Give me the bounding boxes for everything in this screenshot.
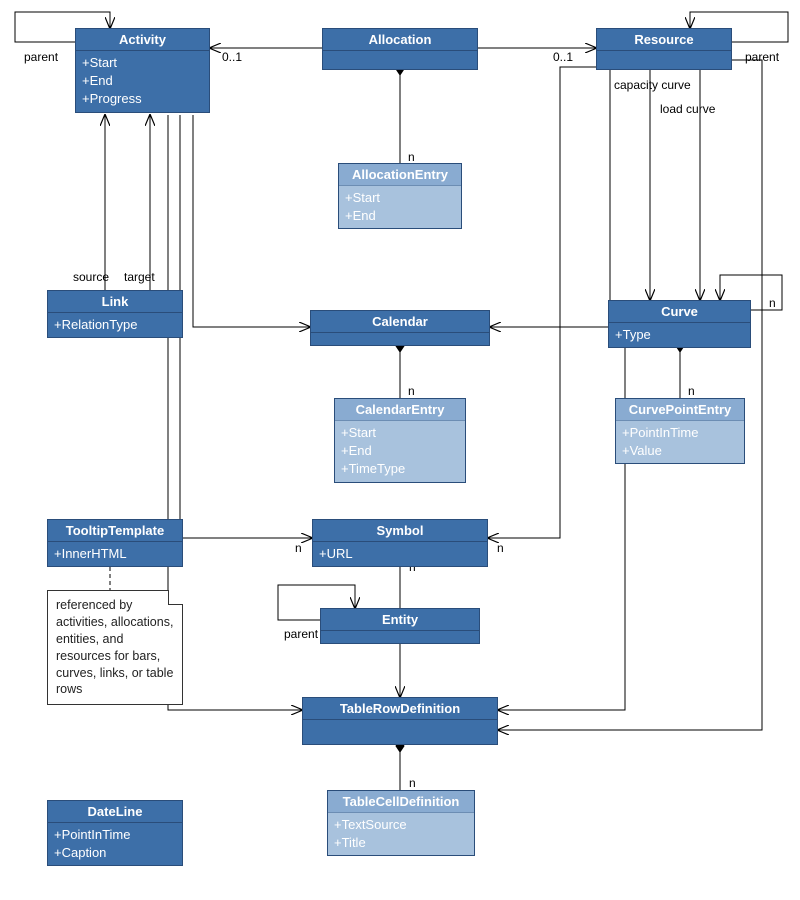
note-tooltip: referenced by activities, allocations, e… xyxy=(47,590,183,705)
class-activity: Activity +Start +End +Progress xyxy=(75,28,210,113)
label-source: source xyxy=(73,270,109,284)
class-link: Link +RelationType xyxy=(47,290,183,338)
class-calendar: Calendar xyxy=(310,310,490,346)
class-entity: Entity xyxy=(320,608,480,644)
class-curve: Curve +Type xyxy=(608,300,751,348)
label-parent-activity: parent xyxy=(24,50,58,64)
label-zeroone-left: 0..1 xyxy=(222,50,242,64)
attr: +Type xyxy=(615,326,744,344)
label-n-curvept: n xyxy=(688,384,695,398)
class-table-cell-def: TableCellDefinition +TextSource +Title xyxy=(327,790,475,856)
attr: +Caption xyxy=(54,844,176,862)
class-tooltip-template: TooltipTemplate +InnerHTML xyxy=(47,519,183,567)
class-curve-body: +Type xyxy=(609,323,750,347)
class-resource: Resource xyxy=(596,28,732,70)
label-n-tablecell: n xyxy=(409,776,416,790)
label-parent-resource: parent xyxy=(745,50,779,64)
class-curve-point-entry-body: +PointInTime +Value xyxy=(616,421,744,463)
attr: +Title xyxy=(334,834,468,852)
class-activity-body: +Start +End +Progress xyxy=(76,51,209,112)
class-calendar-title: Calendar xyxy=(311,311,489,333)
attr: +Value xyxy=(622,442,738,460)
class-allocation-entry: AllocationEntry +Start +End xyxy=(338,163,462,229)
label-n-calentry: n xyxy=(408,384,415,398)
class-calendar-entry-title: CalendarEntry xyxy=(335,399,465,421)
label-n-symbol-left: n xyxy=(295,541,302,555)
class-curve-point-entry: CurvePointEntry +PointInTime +Value xyxy=(615,398,745,464)
class-allocation-entry-title: AllocationEntry xyxy=(339,164,461,186)
class-table-row-def: TableRowDefinition xyxy=(302,697,498,745)
attr: +PointInTime xyxy=(54,826,176,844)
attr: +URL xyxy=(319,545,481,563)
attr: +Start xyxy=(345,189,455,207)
class-table-row-def-title: TableRowDefinition xyxy=(303,698,497,720)
attr: +Start xyxy=(82,54,203,72)
label-n-symbol-right: n xyxy=(497,541,504,555)
class-symbol: Symbol +URL xyxy=(312,519,488,567)
class-allocation-body xyxy=(323,51,477,69)
label-zeroone-right: 0..1 xyxy=(553,50,573,64)
class-dateline: DateLine +PointInTime +Caption xyxy=(47,800,183,866)
class-calendar-body xyxy=(311,333,489,345)
class-allocation-title: Allocation xyxy=(323,29,477,51)
attr: +RelationType xyxy=(54,316,176,334)
class-link-body: +RelationType xyxy=(48,313,182,337)
label-load-curve: load curve xyxy=(660,102,715,116)
class-entity-title: Entity xyxy=(321,609,479,631)
class-dateline-body: +PointInTime +Caption xyxy=(48,823,182,865)
attr: +Progress xyxy=(82,90,203,108)
class-table-cell-def-title: TableCellDefinition xyxy=(328,791,474,813)
class-calendar-entry-body: +Start +End +TimeType xyxy=(335,421,465,482)
label-parent-entity: parent xyxy=(284,627,318,641)
class-tooltip-template-title: TooltipTemplate xyxy=(48,520,182,542)
class-resource-title: Resource xyxy=(597,29,731,51)
class-symbol-body: +URL xyxy=(313,542,487,566)
attr: +PointInTime xyxy=(622,424,738,442)
class-table-row-def-body xyxy=(303,720,497,744)
class-allocation: Allocation xyxy=(322,28,478,70)
attr: +TimeType xyxy=(341,460,459,478)
attr: +TextSource xyxy=(334,816,468,834)
class-link-title: Link xyxy=(48,291,182,313)
label-capacity-curve: capacity curve xyxy=(614,78,691,92)
label-n-curve-self: n xyxy=(769,296,776,310)
class-symbol-title: Symbol xyxy=(313,520,487,542)
attr: +Start xyxy=(341,424,459,442)
class-curve-point-entry-title: CurvePointEntry xyxy=(616,399,744,421)
class-allocation-entry-body: +Start +End xyxy=(339,186,461,228)
class-activity-title: Activity xyxy=(76,29,209,51)
class-tooltip-template-body: +InnerHTML xyxy=(48,542,182,566)
class-calendar-entry: CalendarEntry +Start +End +TimeType xyxy=(334,398,466,483)
class-entity-body xyxy=(321,631,479,643)
attr: +InnerHTML xyxy=(54,545,176,563)
class-table-cell-def-body: +TextSource +Title xyxy=(328,813,474,855)
class-curve-title: Curve xyxy=(609,301,750,323)
attr: +End xyxy=(341,442,459,460)
class-resource-body xyxy=(597,51,731,69)
attr: +End xyxy=(345,207,455,225)
attr: +End xyxy=(82,72,203,90)
label-n-allocentry: n xyxy=(408,150,415,164)
class-dateline-title: DateLine xyxy=(48,801,182,823)
label-target: target xyxy=(124,270,155,284)
